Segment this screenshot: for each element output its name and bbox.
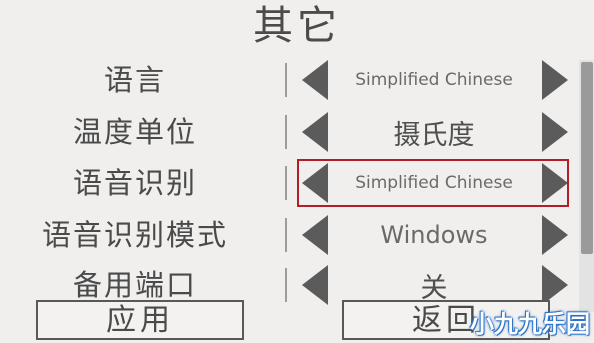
right-arrow-icon[interactable]	[542, 215, 568, 255]
page-title: 其它	[253, 3, 341, 49]
setting-row-language: 语言 Simplified Chinese	[0, 54, 594, 106]
right-arrow-icon[interactable]	[542, 60, 568, 100]
setting-value-speech-recognition-mode: Windows	[380, 221, 488, 249]
right-arrow-icon[interactable]	[542, 265, 568, 305]
setting-label-temperature-unit: 温度单位	[72, 115, 197, 149]
divider	[285, 218, 287, 252]
scrollbar-thumb[interactable]	[581, 62, 593, 254]
setting-label-speech-recognition-mode: 语音识别模式	[41, 218, 228, 252]
watermark: 小九九乐园	[470, 310, 590, 338]
setting-label-language: 语言	[103, 63, 166, 97]
left-arrow-icon[interactable]	[302, 265, 328, 305]
setting-row-temperature-unit: 温度单位 摄氏度	[0, 106, 594, 158]
right-arrow-icon[interactable]	[542, 112, 568, 152]
setting-label-speech-recognition: 语音识别	[72, 166, 197, 200]
divider	[285, 268, 287, 302]
divider	[285, 166, 287, 200]
settings-panel: 其它 语言 Simplified Chinese 温度单位 摄氏度 语音识别 S…	[0, 0, 594, 343]
apply-button[interactable]: 应用	[36, 300, 244, 340]
selection-highlight	[297, 159, 569, 207]
divider	[285, 63, 287, 97]
left-arrow-icon[interactable]	[302, 112, 328, 152]
setting-row-speech-recognition-mode: 语音识别模式 Windows	[0, 209, 594, 261]
setting-value-temperature-unit: 摄氏度	[393, 119, 475, 151]
left-arrow-icon[interactable]	[302, 60, 328, 100]
setting-value-language: Simplified Chinese	[355, 70, 513, 90]
left-arrow-icon[interactable]	[302, 215, 328, 255]
divider	[285, 115, 287, 149]
